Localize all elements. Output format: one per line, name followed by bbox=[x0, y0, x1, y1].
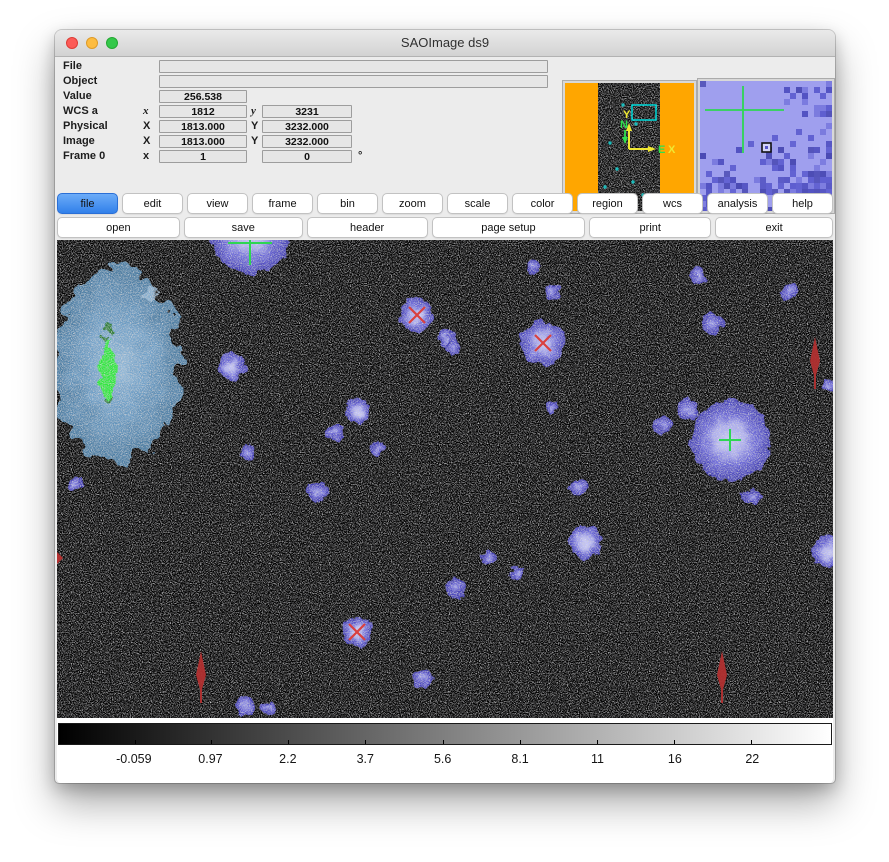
info-label-value: Value bbox=[63, 90, 92, 103]
colorbar[interactable]: -0.059 0.97 2.2 3.7 5.6 8.1 11 16 22 bbox=[57, 718, 833, 783]
menu-button-region[interactable]: region bbox=[577, 193, 638, 214]
info-sublabel-2: Y bbox=[251, 135, 258, 148]
info-sublabel-1: X bbox=[143, 120, 150, 133]
ds9-window: SAOImage ds9 File Object Value 256.538 WCS a… bbox=[55, 30, 835, 783]
colorbar-tick-label: 16 bbox=[668, 752, 682, 766]
colorbar-tick bbox=[365, 740, 366, 744]
title-bar[interactable]: SAOImage ds9 bbox=[55, 30, 835, 57]
panner-source-dot bbox=[603, 185, 606, 188]
info-label-image: Image bbox=[63, 135, 95, 148]
info-sublabel-1: x bbox=[143, 105, 149, 118]
info-field-value[interactable]: 256.538 bbox=[159, 90, 247, 103]
colorbar-tick bbox=[443, 740, 444, 744]
colorbar-gradient[interactable] bbox=[58, 723, 832, 745]
panner-n-label: N bbox=[620, 119, 628, 131]
window-title: SAOImage ds9 bbox=[55, 30, 835, 56]
colorbar-tick-label: 5.6 bbox=[434, 752, 451, 766]
colorbar-tick-label: 11 bbox=[591, 752, 604, 766]
colorbar-tick-label: 8.1 bbox=[511, 752, 528, 766]
info-field-2[interactable]: 3232.000 bbox=[262, 135, 352, 148]
info-field-1[interactable]: 1813.000 bbox=[159, 120, 247, 133]
degree-symbol: ° bbox=[358, 150, 362, 163]
menu-bar: fileeditviewframebinzoomscalecolorregion… bbox=[57, 190, 833, 240]
traffic-lights bbox=[66, 37, 118, 49]
info-label-physical: Physical bbox=[63, 120, 108, 133]
menu-button-color[interactable]: color bbox=[512, 193, 573, 214]
panner-e-label: E bbox=[658, 144, 665, 156]
menu-button-edit[interactable]: edit bbox=[122, 193, 183, 214]
maximize-icon[interactable] bbox=[106, 37, 118, 49]
colorbar-tick bbox=[520, 740, 521, 744]
magnifier-pixel-cursor bbox=[762, 143, 771, 152]
colorbar-tick bbox=[211, 740, 212, 744]
info-field-1[interactable]: 1812 bbox=[159, 105, 247, 118]
menu-button-help[interactable]: help bbox=[772, 193, 833, 214]
panner-source-dot bbox=[634, 122, 637, 125]
panner-source-dot bbox=[615, 167, 618, 170]
colorbar-tick bbox=[597, 740, 598, 744]
panner-source-dot bbox=[608, 141, 611, 144]
colorbar-tick bbox=[751, 740, 752, 744]
colorbar-tick-label: 0.97 bbox=[198, 752, 222, 766]
colorbar-tick-label: 3.7 bbox=[357, 752, 374, 766]
menu-button-open[interactable]: open bbox=[57, 217, 180, 238]
colorbar-tick-label: 2.2 bbox=[279, 752, 296, 766]
info-sublabel-1: x bbox=[143, 150, 149, 163]
close-icon[interactable] bbox=[66, 37, 78, 49]
colorbar-tick bbox=[288, 740, 289, 744]
info-sublabel-2: y bbox=[251, 105, 256, 118]
colorbar-tick-label: 22 bbox=[745, 752, 759, 766]
info-label-object: Object bbox=[63, 75, 97, 88]
minimize-icon[interactable] bbox=[86, 37, 98, 49]
info-field-file[interactable] bbox=[159, 60, 548, 73]
panner-source-dot bbox=[621, 103, 624, 106]
menu-button-exit[interactable]: exit bbox=[715, 217, 833, 238]
main-image-canvas[interactable] bbox=[57, 240, 833, 718]
menu-button-print[interactable]: print bbox=[589, 217, 711, 238]
colorbar-tick-label: -0.059 bbox=[116, 752, 151, 766]
page: SAOImage ds9 File Object Value 256.538 WCS a… bbox=[0, 0, 889, 862]
menu-button-page-setup[interactable]: page setup bbox=[432, 217, 586, 238]
colorbar-tick bbox=[135, 740, 136, 744]
menu-button-analysis[interactable]: analysis bbox=[707, 193, 768, 214]
menu-button-view[interactable]: view bbox=[187, 193, 248, 214]
info-panel: File Object Value 256.538 WCS a x 1812 y 3231 Phy… bbox=[55, 56, 835, 190]
info-sublabel-2: Y bbox=[251, 120, 258, 133]
panner-source-dot bbox=[631, 180, 634, 183]
coordinate-readout: File Object Value 256.538 WCS a x 1812 y 3231 Phy… bbox=[55, 60, 560, 186]
colorbar-tick bbox=[674, 740, 675, 744]
menu-row-main: fileeditviewframebinzoomscalecolorregion… bbox=[57, 193, 833, 214]
info-label-wcs-a: WCS a bbox=[63, 105, 98, 118]
info-field-1[interactable]: 1813.000 bbox=[159, 135, 247, 148]
info-field-1[interactable]: 1 bbox=[159, 150, 247, 163]
info-label-frame-0: Frame 0 bbox=[63, 150, 105, 163]
menu-button-bin[interactable]: bin bbox=[317, 193, 378, 214]
info-field-2[interactable]: 3231 bbox=[262, 105, 352, 118]
menu-button-save[interactable]: save bbox=[184, 217, 303, 238]
menu-button-scale[interactable]: scale bbox=[447, 193, 508, 214]
info-field-2[interactable]: 0 bbox=[262, 150, 352, 163]
menu-button-header[interactable]: header bbox=[307, 217, 428, 238]
info-field-object[interactable] bbox=[159, 75, 548, 88]
menu-button-file[interactable]: file bbox=[57, 193, 118, 214]
colorbar-scale-labels: -0.059 0.97 2.2 3.7 5.6 8.1 11 16 22 bbox=[58, 752, 832, 770]
menu-button-frame[interactable]: frame bbox=[252, 193, 313, 214]
menu-button-zoom[interactable]: zoom bbox=[382, 193, 443, 214]
info-label-file: File bbox=[63, 60, 82, 73]
info-field-2[interactable]: 3232.000 bbox=[262, 120, 352, 133]
info-sublabel-1: X bbox=[143, 135, 150, 148]
menu-button-wcs[interactable]: wcs bbox=[642, 193, 703, 214]
menu-row-file: opensaveheaderpage setupprintexit bbox=[57, 217, 833, 238]
panner-x-label: X bbox=[668, 144, 676, 156]
